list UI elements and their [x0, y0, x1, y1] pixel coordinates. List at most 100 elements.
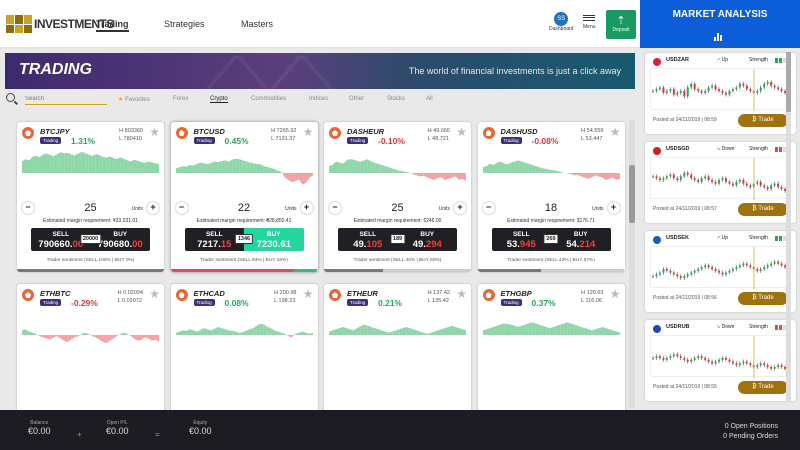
market-analysis-panel: MARKET ANALYSIS USDZAR ↗ Up Strength Posted… — [640, 0, 800, 410]
favorite-star-icon[interactable]: ★ — [149, 126, 160, 138]
chart-area-down — [423, 173, 428, 178]
buy-button[interactable]: BUY 49.294 — [397, 228, 457, 251]
banner-title: TRADING — [19, 61, 92, 78]
trade-button[interactable]: ₿ Trade — [738, 381, 788, 394]
chart-area-up — [573, 324, 578, 336]
low-value: L 135.42 — [427, 298, 449, 304]
chart-area-up — [381, 330, 386, 336]
filter-tab-other[interactable]: Other — [349, 96, 364, 102]
instrument-card[interactable]: DASHUSD Trading -0.08% H 54.559 L 53.447 ★ −18… — [477, 122, 625, 272]
buy-button[interactable]: BUY 7230.61 — [244, 228, 304, 251]
instrument-card[interactable]: ETHGBP Trading 0.37% H 120.63 L 116.06 ★ — [477, 284, 625, 414]
posted-date: Posted at 24/11/2019 | 08:55 — [653, 384, 717, 390]
instrument-card[interactable]: ETHCAD Trading 0.08% H 200.98 L 198.23 ★ — [170, 284, 318, 414]
units-increase-button[interactable]: + — [607, 202, 620, 214]
sell-button[interactable]: SELL 49.105 — [338, 228, 398, 251]
filter-tab-indices[interactable]: Indices — [309, 96, 328, 102]
analysis-chart — [650, 157, 791, 200]
top-navbar: INVESTMENTS Trading Strategies Masters S… — [0, 0, 640, 48]
sentiment-sell-fill — [477, 269, 541, 272]
candle — [749, 185, 752, 188]
chart-area-up — [458, 328, 463, 336]
units-increase-button[interactable]: + — [300, 202, 313, 214]
chart-area-up — [409, 328, 414, 336]
analysis-card[interactable]: USDSGD ↘ Down Strength Posted at 24/11/2019… — [645, 142, 796, 223]
candle — [652, 276, 654, 278]
dashboard-button[interactable]: SS Dashboard — [549, 12, 573, 32]
analysis-chart — [650, 246, 791, 289]
sparkline — [482, 160, 620, 180]
analysis-card[interactable]: USDZAR ↗ Up Strength Posted at 24/11/2019 |… — [645, 53, 796, 134]
chart-area-up — [392, 330, 396, 336]
analysis-card[interactable]: USDSEK ↗ Up Strength Posted at 24/11/2019 |… — [645, 231, 796, 312]
favorite-star-icon[interactable]: ★ — [456, 126, 467, 138]
tab-strategies[interactable]: Strategies — [164, 19, 205, 29]
sell-button[interactable]: SELL 53.945 — [491, 228, 551, 251]
chart-area-up — [277, 331, 281, 336]
grid-scrollbar-thumb[interactable] — [629, 165, 635, 223]
instrument-card[interactable]: ETHEUR Trading 0.21% H 137.42 L 135.42 ★ — [324, 284, 471, 414]
filter-tab-commodities[interactable]: Commodities — [251, 96, 286, 102]
instrument-card[interactable]: DASHEUR Trading -0.10% H 49.666 L 48.721 ★ −25… — [324, 122, 471, 272]
menu-button[interactable]: Menu — [583, 12, 596, 30]
candle — [711, 267, 714, 269]
favorite-star-icon[interactable]: ★ — [610, 126, 621, 138]
chart-area-up — [559, 171, 564, 174]
candle — [770, 263, 773, 266]
chart-area-up — [549, 326, 553, 336]
candle — [759, 269, 762, 271]
analysis-card[interactable]: USDRUB ↘ Down Strength Posted at 24/11/2019… — [645, 320, 796, 401]
instrument-symbol: ETHEUR — [347, 289, 378, 298]
filter-tab-forex[interactable]: Forex — [173, 96, 188, 102]
grid-scrollbar[interactable] — [629, 120, 635, 408]
favorite-star-icon[interactable]: ★ — [456, 288, 467, 300]
instrument-card[interactable]: BTCJPY Trading 1.31% H 803360 L 780410 ★ −25 Un… — [17, 122, 164, 272]
candle — [773, 183, 776, 186]
trade-button[interactable]: ₿ Trade — [738, 114, 788, 127]
market-scrollbar-thumb[interactable] — [786, 52, 791, 112]
chart-area-up — [50, 155, 54, 174]
chart-area-up — [270, 167, 274, 174]
chart-area-down — [434, 173, 438, 180]
units-increase-button[interactable]: + — [454, 202, 466, 214]
positions-summary[interactable]: 0 Open Positions 0 Pending Orders — [723, 422, 778, 442]
candle — [721, 91, 724, 93]
high-value: H 7265.92 — [271, 128, 297, 134]
filter-tab-stocks[interactable]: Stocks — [387, 96, 405, 102]
tab-masters[interactable]: Masters — [241, 19, 273, 29]
chart-area-up — [78, 333, 82, 337]
search-icon[interactable] — [6, 93, 15, 102]
trade-button[interactable]: ₿ Trade — [738, 203, 788, 216]
candle — [756, 181, 759, 184]
search-input[interactable] — [25, 94, 107, 105]
favorite-star-icon[interactable]: ★ — [610, 288, 621, 300]
favorite-star-icon[interactable]: ★ — [303, 288, 314, 300]
instrument-card[interactable]: BTCUSD Trading 0.45% H 7265.92 L 7131.37 ★ −22… — [170, 122, 318, 272]
deposit-button[interactable]: ⇡ Deposit — [606, 10, 636, 39]
favorite-star-icon[interactable]: ★ — [303, 126, 314, 138]
trend-arrow-icon: ↘ — [716, 324, 721, 330]
posted-date: Posted at 24/11/2019 | 08:57 — [653, 206, 717, 212]
instrument-card[interactable]: ETHBTC Trading -0.29% H 0.02094 L 0.02072 ★ — [17, 284, 164, 414]
candle — [749, 89, 752, 91]
chart-area-up — [175, 167, 180, 174]
candle — [742, 263, 745, 266]
filter-tab-all[interactable]: All — [426, 96, 433, 102]
sentiment-buy-fill — [382, 269, 471, 272]
chart-area-up — [155, 163, 159, 174]
chart-area-down — [573, 173, 578, 176]
filter-tab-favorites[interactable]: ★ Favorites — [118, 96, 150, 103]
filter-tab-crypto[interactable]: Crypto — [210, 96, 228, 103]
chart-area-down — [301, 173, 306, 185]
tab-trading[interactable]: Trading — [96, 19, 129, 32]
chart-area-up — [32, 155, 37, 174]
units-increase-button[interactable]: + — [147, 202, 159, 214]
candle — [690, 272, 693, 275]
favorite-star-icon[interactable]: ★ — [149, 288, 160, 300]
chart-area-down — [134, 335, 138, 341]
candle — [662, 87, 665, 93]
buy-button[interactable]: BUY 54.214 — [551, 228, 611, 251]
trend-arrow-icon: ↗ — [716, 235, 721, 241]
trade-button[interactable]: ₿ Trade — [738, 292, 788, 305]
chart-area-up — [350, 159, 354, 174]
